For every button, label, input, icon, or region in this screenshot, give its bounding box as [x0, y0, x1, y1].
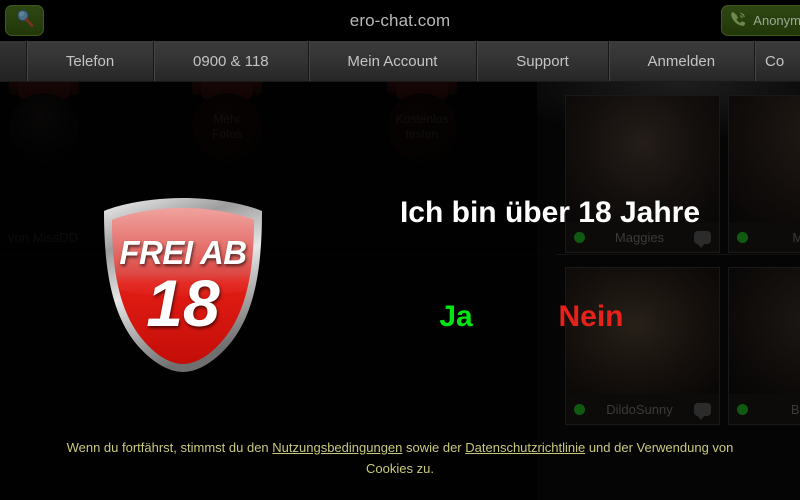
browser-titlebar: ero-chat.com Anonym: [0, 0, 800, 41]
search-icon: [15, 8, 35, 33]
profile-name: DildoSunny: [606, 401, 673, 417]
profile-name: Mis: [748, 230, 800, 245]
nav-item-anmelden[interactable]: Anmelden: [607, 41, 754, 81]
age-gate-legal-text: Wenn du fortfährst, stimmst du den Nutzu…: [60, 437, 740, 479]
page-title: ero-chat.com: [349, 11, 451, 30]
frei-ab-18-shield-icon: FREI AB 18: [98, 194, 268, 376]
nav-item-support[interactable]: Support: [476, 41, 607, 81]
age-gate-no-button[interactable]: Nein: [536, 300, 646, 334]
browser-window: Mehr Fotos Kostenlos testen von MissDD M…: [0, 0, 800, 500]
privacy-policy-link[interactable]: Datenschutzrichtlinie: [465, 440, 585, 455]
profile-card[interactable]: DildoSunny: [565, 267, 720, 425]
chat-bubble-icon[interactable]: [694, 402, 711, 420]
nav-item-telefon[interactable]: Telefon: [26, 41, 153, 81]
chat-bubble-icon[interactable]: [694, 230, 711, 248]
age-gate-question: Ich bin über 18 Jahre: [399, 196, 701, 229]
profile-card[interactable]: Bon: [728, 267, 800, 425]
anonymous-call-label: Anonym: [753, 13, 800, 28]
site-navigation: Telefon 0900 & 118 Mein Account Support …: [0, 41, 800, 82]
nav-left-edge: [0, 41, 26, 81]
nav-item-mein-account[interactable]: Mein Account: [307, 41, 477, 81]
anonymous-call-button[interactable]: Anonym: [721, 5, 800, 36]
profile-name: Maggies: [614, 229, 665, 245]
online-status-icon: [574, 231, 585, 243]
online-status-icon: [737, 231, 748, 243]
terms-link[interactable]: Nutzungsbedingungen: [272, 440, 402, 455]
phone-call-icon: [729, 9, 748, 33]
profile-card-footer: Bon: [729, 394, 800, 424]
age-gate-yes-button[interactable]: Ja: [408, 300, 504, 334]
legal-text-part-1: Wenn du fortfährst, stimmst du den: [66, 440, 273, 455]
content-divider-right: [556, 254, 800, 255]
nav-item-community[interactable]: Co: [753, 41, 800, 81]
search-button[interactable]: [5, 5, 44, 36]
online-status-icon: [574, 403, 585, 415]
profile-thumbnail: [729, 268, 800, 394]
legal-text-part-2: sowie der: [402, 440, 466, 455]
online-status-icon: [737, 403, 748, 415]
profile-name: Bon: [790, 401, 800, 417]
profile-card-footer: DildoSunny: [566, 394, 719, 424]
nav-item-0900-118[interactable]: 0900 & 118: [153, 41, 307, 81]
